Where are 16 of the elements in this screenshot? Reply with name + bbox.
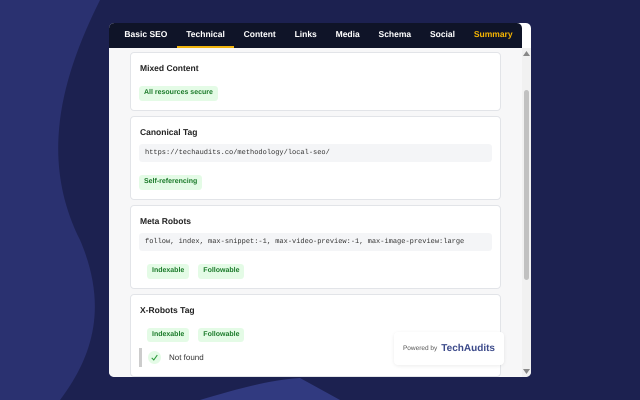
tab[interactable]: Basic SEO [115,23,177,48]
scroll-up-icon[interactable] [523,51,530,56]
section-title: Canonical Tag [140,126,198,137]
tab[interactable]: Schema [369,23,421,48]
scrollbar[interactable] [522,48,531,377]
section-title: Meta Robots [140,216,191,226]
tab[interactable]: Media [326,23,370,48]
result-text: Not found [169,352,204,362]
tab[interactable]: Summary [464,23,522,48]
tab[interactable]: Social [420,23,464,48]
scroll-down-icon[interactable] [523,369,530,374]
section-title: Mixed Content [140,63,199,74]
tab[interactable]: Content [234,23,286,48]
tab[interactable]: Links [285,23,326,48]
brand-logo: TechAudits [441,342,495,356]
section-title: X-Robots Tag [140,304,195,315]
